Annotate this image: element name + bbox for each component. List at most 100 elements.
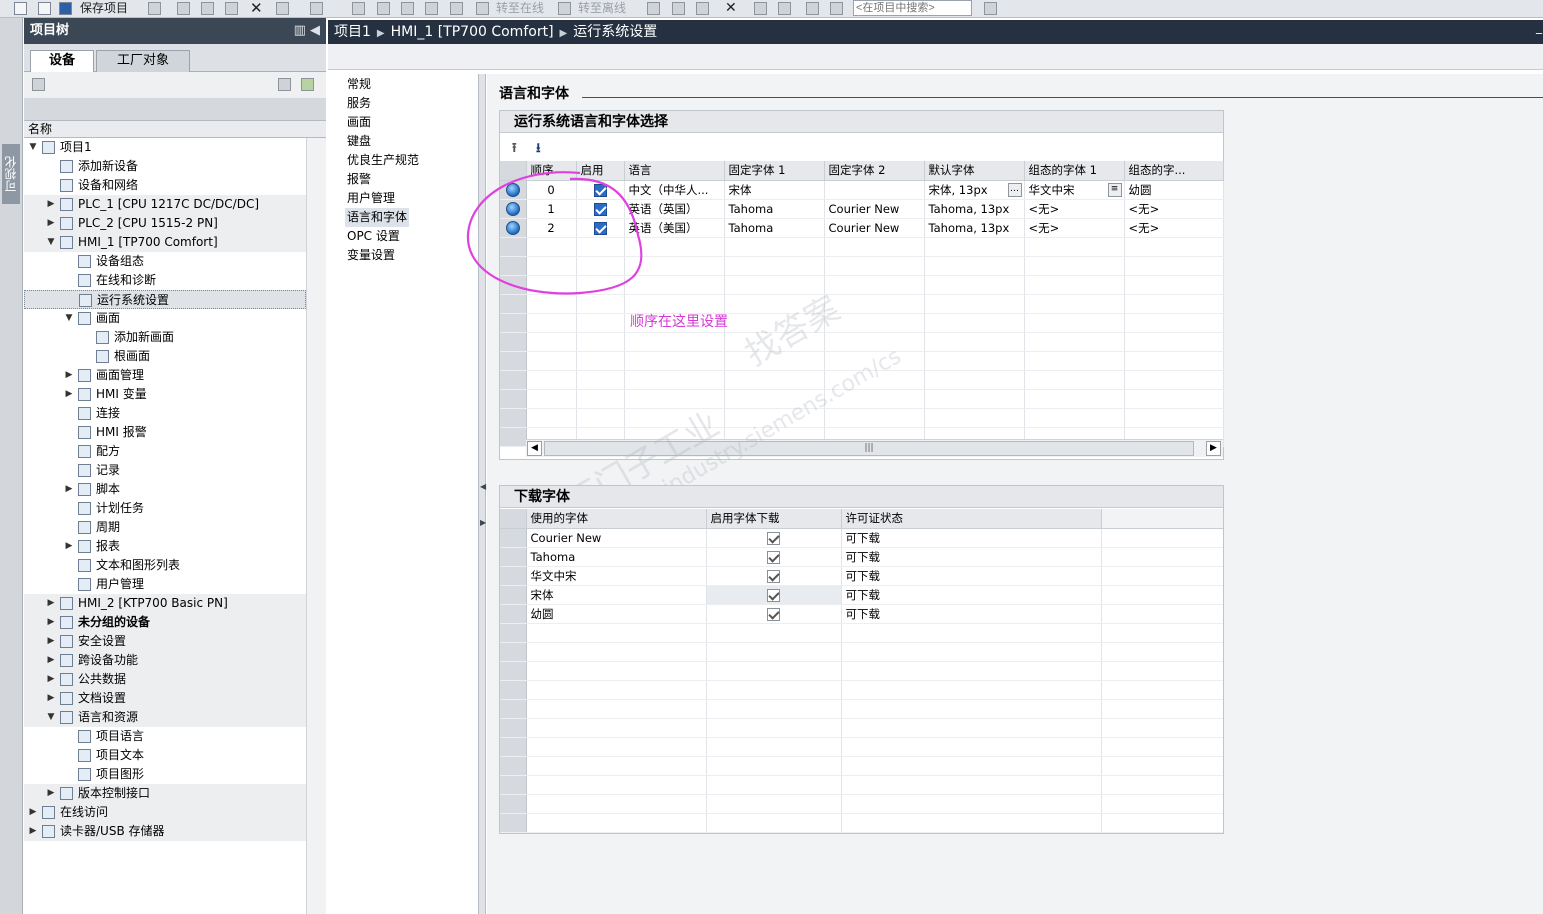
tree-item[interactable]: 设备组态 (24, 252, 306, 271)
expand-right-icon[interactable]: ▶ (64, 366, 74, 385)
tree-item[interactable]: 运行系统设置 (24, 290, 306, 309)
runtime-table-row[interactable] (500, 370, 1224, 390)
row-header[interactable] (500, 642, 527, 662)
expand-right-icon[interactable]: ▶ (46, 670, 56, 689)
tree-item[interactable]: ▶ PLC_1 [CPU 1217C DC/DC/DC] (24, 195, 306, 214)
start-cpu-icon[interactable] (672, 2, 685, 15)
compile-icon[interactable] (377, 2, 390, 15)
go-offline-button[interactable]: 转至离线 (578, 1, 626, 16)
binoculars-icon[interactable] (984, 2, 997, 15)
tree-overview-icon[interactable] (278, 78, 291, 91)
tree-item[interactable]: ▶ 版本控制接口 (24, 784, 306, 803)
split-vertical-icon[interactable] (778, 2, 791, 15)
tree-scrollbar[interactable] (306, 138, 326, 914)
expand-right-icon[interactable]: ▶ (46, 613, 56, 632)
tree-item[interactable]: ▶ HMI 变量 (24, 385, 306, 404)
download-table-row[interactable] (500, 775, 1223, 795)
tree-item[interactable]: ▶ 跨设备功能 (24, 651, 306, 670)
download-table-row[interactable]: 幼圆 可下载 (500, 604, 1223, 624)
tree-item[interactable]: ▶ 脚本 (24, 480, 306, 499)
tree-item[interactable]: 项目文本 (24, 746, 306, 765)
download-table-row[interactable] (500, 623, 1223, 643)
download-table-row[interactable] (500, 699, 1223, 719)
collapse-panel-icon[interactable]: ▥ ◀ (294, 18, 320, 44)
upload-icon[interactable] (425, 2, 438, 15)
scroll-left-icon[interactable]: ◀ (527, 441, 542, 456)
redo-icon[interactable] (310, 2, 323, 15)
go-online-icon[interactable] (476, 2, 489, 15)
row-header[interactable] (500, 737, 527, 757)
enable-download-cell[interactable] (706, 585, 842, 605)
tree-item[interactable]: HMI 报警 (24, 423, 306, 442)
col-license-status[interactable]: 许可证状态 (841, 509, 1102, 529)
runtime-table-row[interactable] (500, 313, 1224, 333)
tree-item[interactable]: ▶ PLC_2 [CPU 1515-2 PN] (24, 214, 306, 233)
tree-item[interactable]: 项目图形 (24, 765, 306, 784)
runtime-table-hscrollbar[interactable]: ◀ ||| ▶ (526, 439, 1223, 457)
row-header[interactable] (500, 813, 527, 833)
breadcrumb-device[interactable]: HMI_1 [TP700 Comfort] (391, 24, 554, 40)
nav-item[interactable]: OPC 设置 (347, 227, 400, 246)
col-fixed-font-2[interactable]: 固定字体 2 (824, 161, 925, 181)
tab-plant-objects[interactable]: 工厂对象 (96, 50, 190, 72)
expand-right-icon[interactable]: ▶ (46, 784, 56, 803)
expand-down-icon[interactable]: ▼ (46, 233, 56, 252)
tree-item[interactable]: 计划任务 (24, 499, 306, 518)
expand-right-icon[interactable]: ▶ (46, 632, 56, 651)
cell-fixed2[interactable]: Courier New (824, 218, 925, 238)
tree-item[interactable]: ▼ HMI_1 [TP700 Comfort] (24, 233, 306, 252)
visualization-tab[interactable]: 可视化 (2, 144, 20, 204)
enable-download-checkbox[interactable] (767, 569, 780, 583)
col-configured-font-1[interactable]: 组态的字体 1 (1024, 161, 1125, 181)
tree-item[interactable]: 文本和图形列表 (24, 556, 306, 575)
move-down-icon[interactable]: ⭳ (536, 139, 541, 161)
project-search-input[interactable] (853, 0, 972, 16)
expand-down-icon[interactable]: ▼ (28, 138, 38, 157)
download-icon[interactable] (401, 2, 414, 15)
expand-right-icon[interactable]: ▶ (28, 803, 38, 822)
go-offline-icon[interactable] (558, 2, 571, 15)
nav-item[interactable]: 服务 (347, 94, 371, 113)
download-table-row[interactable]: 宋体 可下载 (500, 585, 1223, 605)
scroll-right-icon[interactable]: ▶ (1206, 441, 1221, 456)
row-header[interactable] (500, 756, 527, 776)
cross-reference-icon[interactable] (806, 2, 819, 15)
tree-item[interactable]: 周期 (24, 518, 306, 537)
breadcrumb-project[interactable]: 项目1 (334, 24, 371, 40)
cell-fixed1[interactable]: Tahoma (724, 199, 825, 219)
download-table-row[interactable] (500, 756, 1223, 776)
row-header[interactable] (500, 794, 527, 814)
tree-item[interactable]: 根画面 (24, 347, 306, 366)
enable-download-checkbox[interactable] (767, 607, 780, 621)
col-default-font[interactable]: 默认字体 (924, 161, 1025, 181)
tree-item[interactable]: 连接 (24, 404, 306, 423)
simulation-icon[interactable] (450, 2, 463, 15)
minimize-icon[interactable]: _ (1536, 20, 1543, 44)
tree-item[interactable]: ▼ 画面 (24, 309, 306, 328)
expand-right-icon[interactable]: ▶ (46, 651, 56, 670)
close-icon[interactable]: ✕ (725, 1, 737, 16)
expand-down-icon[interactable]: ▼ (46, 708, 56, 727)
used-font-cell[interactable]: Tahoma (526, 547, 707, 567)
go-online-button[interactable]: 转至在线 (496, 1, 544, 16)
row-header[interactable] (500, 566, 527, 586)
scroll-thumb[interactable]: ||| (544, 441, 1194, 456)
col-enable-download[interactable]: 启用字体下载 (706, 509, 842, 529)
breadcrumb-page[interactable]: 运行系统设置 (573, 24, 657, 40)
download-table-row[interactable] (500, 813, 1223, 833)
expand-right-icon[interactable]: ▶ (46, 689, 56, 708)
nav-item[interactable]: 画面 (347, 113, 371, 132)
row-header[interactable] (500, 427, 527, 447)
row-header[interactable] (500, 528, 527, 548)
split-horizontal-icon[interactable] (754, 2, 767, 15)
expand-right-icon[interactable]: ▶ (46, 195, 56, 214)
tree-item[interactable]: ▼ 语言和资源 (24, 708, 306, 727)
tree-item[interactable]: ▼ 项目1 (24, 138, 306, 157)
row-header[interactable] (500, 585, 527, 605)
nav-item[interactable]: 用户管理 (347, 189, 395, 208)
tree-item[interactable]: ▶ 画面管理 (24, 366, 306, 385)
copy-icon[interactable] (201, 2, 214, 15)
new-project-icon[interactable] (14, 2, 27, 15)
enable-download-checkbox[interactable] (767, 550, 780, 564)
tree-item[interactable]: 用户管理 (24, 575, 306, 594)
